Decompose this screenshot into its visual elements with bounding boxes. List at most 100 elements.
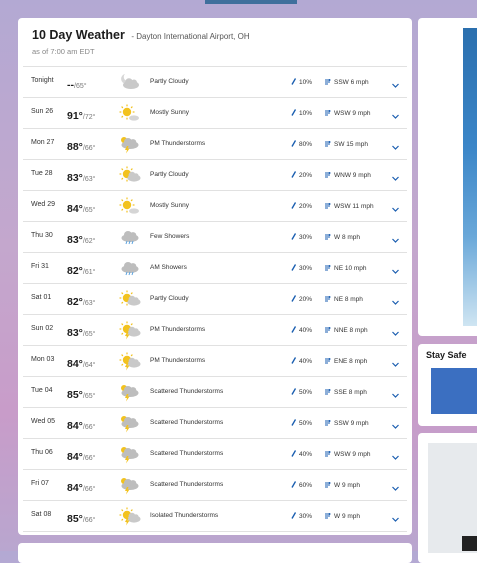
chevron-down-icon[interactable] [391,232,400,243]
high-temp: 84° [67,358,83,370]
day-label: Thu 06 [31,449,53,456]
rain-drop-icon [291,512,297,519]
chevron-down-icon[interactable] [391,418,400,429]
wind-value: W 9 mph [334,513,361,520]
wind-icon [324,171,331,178]
forecast-row[interactable]: Sat 01 82°/63° Partly Cloudy 20% NE 8 mph [23,284,407,315]
temperatures: 84°/66° [67,447,95,465]
precip-chance: 40% [291,450,312,458]
chevron-down-icon[interactable] [391,263,400,274]
precip-value: 20% [299,203,313,210]
condition-text: Partly Cloudy [150,171,189,178]
precip-chance: 10% [291,78,312,86]
chevron-down-icon[interactable] [391,449,400,460]
precip-value: 30% [299,265,313,272]
rain-drop-icon [291,419,297,426]
low-temp: /66° [82,455,96,462]
partly-cloudy-icon [119,165,141,185]
rain-drop-icon [291,450,297,457]
forecast-row[interactable]: Wed 29 84°/65° Mostly Sunny 20% WSW 11 mph [23,191,407,222]
rain-drop-icon [291,326,297,333]
day-label: Sun 26 [31,108,54,115]
low-temp: /66° [82,145,96,152]
forecast-row[interactable]: Fri 07 84°/66° Scattered Thunderstorms 60% W… [23,470,407,501]
forecast-row[interactable]: Fri 31 82°/61° AM Showers 30% NE 10 mph [23,253,407,284]
chevron-down-icon[interactable] [391,108,400,119]
day-label: Sat 01 [31,294,52,301]
chevron-down-icon[interactable] [391,77,400,88]
wind-icon [324,233,331,240]
rain-drop-icon [291,202,297,209]
wind-icon [324,264,331,271]
chevron-down-icon[interactable] [391,325,400,336]
rain-drop-icon [291,481,297,488]
chevron-down-icon[interactable] [391,480,400,491]
rain-drop-icon [291,140,297,147]
forecast-row[interactable]: Tue 28 83°/63° Partly Cloudy 20% WNW 9 mph [23,160,407,191]
wind-info: W 9 mph [324,481,360,489]
ad-card-2 [418,433,477,563]
as-of-time: as of 7:00 am EDT [32,47,95,56]
top-ad-strip[interactable] [205,0,297,4]
forecast-row[interactable]: Tue 04 85°/65° Scattered Thunderstorms 50% S… [23,377,407,408]
mostly-sunny-icon [119,103,141,123]
precip-chance: 20% [291,295,312,303]
wind-icon [324,388,331,395]
precip-value: 30% [299,513,313,520]
low-temp: /63° [82,300,96,307]
wind-value: SW 15 mph [334,141,368,148]
low-temp: /63° [82,176,96,183]
chevron-down-icon[interactable] [391,170,400,181]
temperatures: 82°/61° [67,261,95,279]
forecast-row[interactable]: Wed 05 84°/66° Scattered Thunderstorms 50% S… [23,408,407,439]
stay-safe-image[interactable] [431,368,477,414]
low-temp: /65° [82,207,96,214]
wind-value: SSE 8 mph [334,389,367,396]
wind-info: W 9 mph [324,512,360,520]
day-label: Mon 27 [31,139,55,146]
condition-text: PM Thunderstorms [150,326,206,333]
forecast-row[interactable]: Sun 02 83°/65° PM Thunderstorms 40% NNE 8 mp… [23,315,407,346]
low-temp: /65° [74,83,87,90]
wind-info: NE 8 mph [324,295,363,303]
page-title: 10 Day Weather [32,28,125,42]
rain-drop-icon [291,388,297,395]
chevron-down-icon[interactable] [391,139,400,150]
high-temp: 84° [67,420,83,432]
condition-text: Scattered Thunderstorms [150,388,224,395]
condition-text: AM Showers [150,264,187,271]
chevron-down-icon[interactable] [391,511,400,522]
wind-info: SSE 8 mph [324,388,367,396]
forecast-row[interactable]: Sat 08 85°/66° Isolated Thunderstorms 30% W … [23,501,407,532]
thunderstorm-icon [119,134,141,154]
high-temp: 85° [67,389,83,401]
chevron-down-icon[interactable] [391,294,400,305]
wind-info: SSW 9 mph [324,419,369,427]
forecast-row[interactable]: Mon 03 84°/64° PM Thunderstorms 40% ENE 8 mp… [23,346,407,377]
forecast-row[interactable]: Sun 26 91°/72° Mostly Sunny 10% WSW 9 mph [23,98,407,129]
wind-icon [324,295,331,302]
low-temp: /62° [82,238,96,245]
forecast-row[interactable]: Thu 30 83°/62° Few Showers 30% W 8 mph [23,222,407,253]
day-label: Thu 30 [31,232,53,239]
day-label: Sat 08 [31,511,52,518]
chevron-down-icon[interactable] [391,201,400,212]
precip-value: 40% [299,451,313,458]
wind-icon [324,109,331,116]
forecast-row[interactable]: Thu 06 84°/66° Scattered Thunderstorms 40% W… [23,439,407,470]
forecast-row[interactable]: Mon 27 88°/66° PM Thunderstorms 80% SW 15 mp… [23,129,407,160]
chevron-down-icon[interactable] [391,387,400,398]
precip-value: 40% [299,358,313,365]
high-temp: 84° [67,451,83,463]
wind-value: WSW 9 mph [334,110,371,117]
wind-value: NNE 8 mph [334,327,368,334]
precip-value: 10% [299,110,313,117]
wind-icon [324,481,331,488]
day-label: Wed 05 [31,418,55,425]
ad-image-1[interactable] [463,28,477,326]
temperatures: 85°/66° [67,509,95,527]
sun-thunder-icon [119,351,141,371]
wind-info: NNE 8 mph [324,326,368,334]
forecast-row[interactable]: Tonight --/65° Partly Cloudy 10% SSW 6 mph [23,66,407,98]
chevron-down-icon[interactable] [391,356,400,367]
